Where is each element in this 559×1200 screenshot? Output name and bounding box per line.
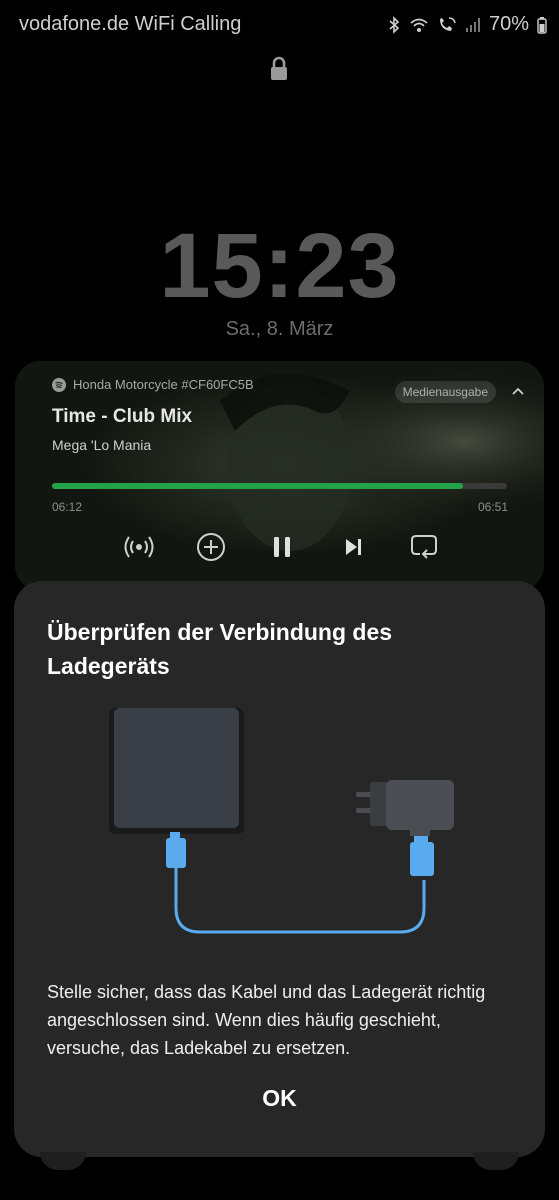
next-track-button[interactable]: [335, 529, 371, 565]
media-player-card[interactable]: Honda Motorcycle #CF60FC5B Medienausgabe…: [15, 361, 544, 591]
add-to-library-button[interactable]: [193, 529, 229, 565]
carrier-label: vodafone.de WiFi Calling: [19, 13, 242, 35]
battery-percent: 70%: [488, 13, 529, 35]
battery-icon: [537, 16, 547, 34]
next-icon: [346, 539, 361, 555]
charger-illustration: [109, 708, 454, 934]
repeat-button[interactable]: [406, 529, 442, 565]
repeat-icon: [411, 535, 437, 559]
wifi-icon: [410, 18, 428, 32]
signal-icon: [465, 17, 480, 32]
camera-shortcut[interactable]: [473, 1152, 519, 1170]
lock-icon: [271, 56, 287, 80]
broadcast-icon: [124, 536, 154, 558]
lockscreen-clock: 15:23: [159, 215, 400, 317]
phone-shortcut[interactable]: [40, 1152, 86, 1170]
playback-seekbar[interactable]: [52, 483, 507, 489]
spotify-icon: [52, 377, 66, 392]
add-icon: [197, 533, 225, 561]
playback-progress-fill: [52, 483, 464, 489]
lockscreen-date: Sa., 8. März: [225, 318, 334, 340]
dialog-title: Überprüfen der Verbindung des Ladegeräts: [47, 619, 393, 679]
status-bar: vodafone.de WiFi Calling 70%: [0, 0, 559, 52]
elapsed-time: 06:12: [52, 500, 83, 514]
track-title: Time - Club Mix: [52, 406, 193, 427]
pause-button[interactable]: [264, 529, 300, 565]
wifi-calling-icon: [439, 16, 456, 31]
media-source: Honda Motorcycle #CF60FC5B: [52, 377, 254, 392]
dialog-message: Stelle sicher, dass das Kabel und das La…: [47, 982, 486, 1058]
media-output-button[interactable]: Medienausgabe: [394, 381, 496, 403]
status-icons: 70%: [387, 13, 547, 36]
total-time: 06:51: [477, 500, 508, 514]
pause-icon: [274, 537, 290, 557]
charger-connection-dialog: Überprüfen der Verbindung des Ladegeräts…: [14, 581, 545, 1157]
chevron-up-icon[interactable]: [510, 383, 526, 399]
bluetooth-icon: [389, 15, 400, 34]
media-source-label: Honda Motorcycle #CF60FC5B: [73, 377, 254, 392]
broadcast-button[interactable]: [121, 529, 157, 565]
track-artist: Mega 'Lo Mania: [52, 437, 152, 453]
ok-button[interactable]: OK: [14, 1085, 545, 1112]
